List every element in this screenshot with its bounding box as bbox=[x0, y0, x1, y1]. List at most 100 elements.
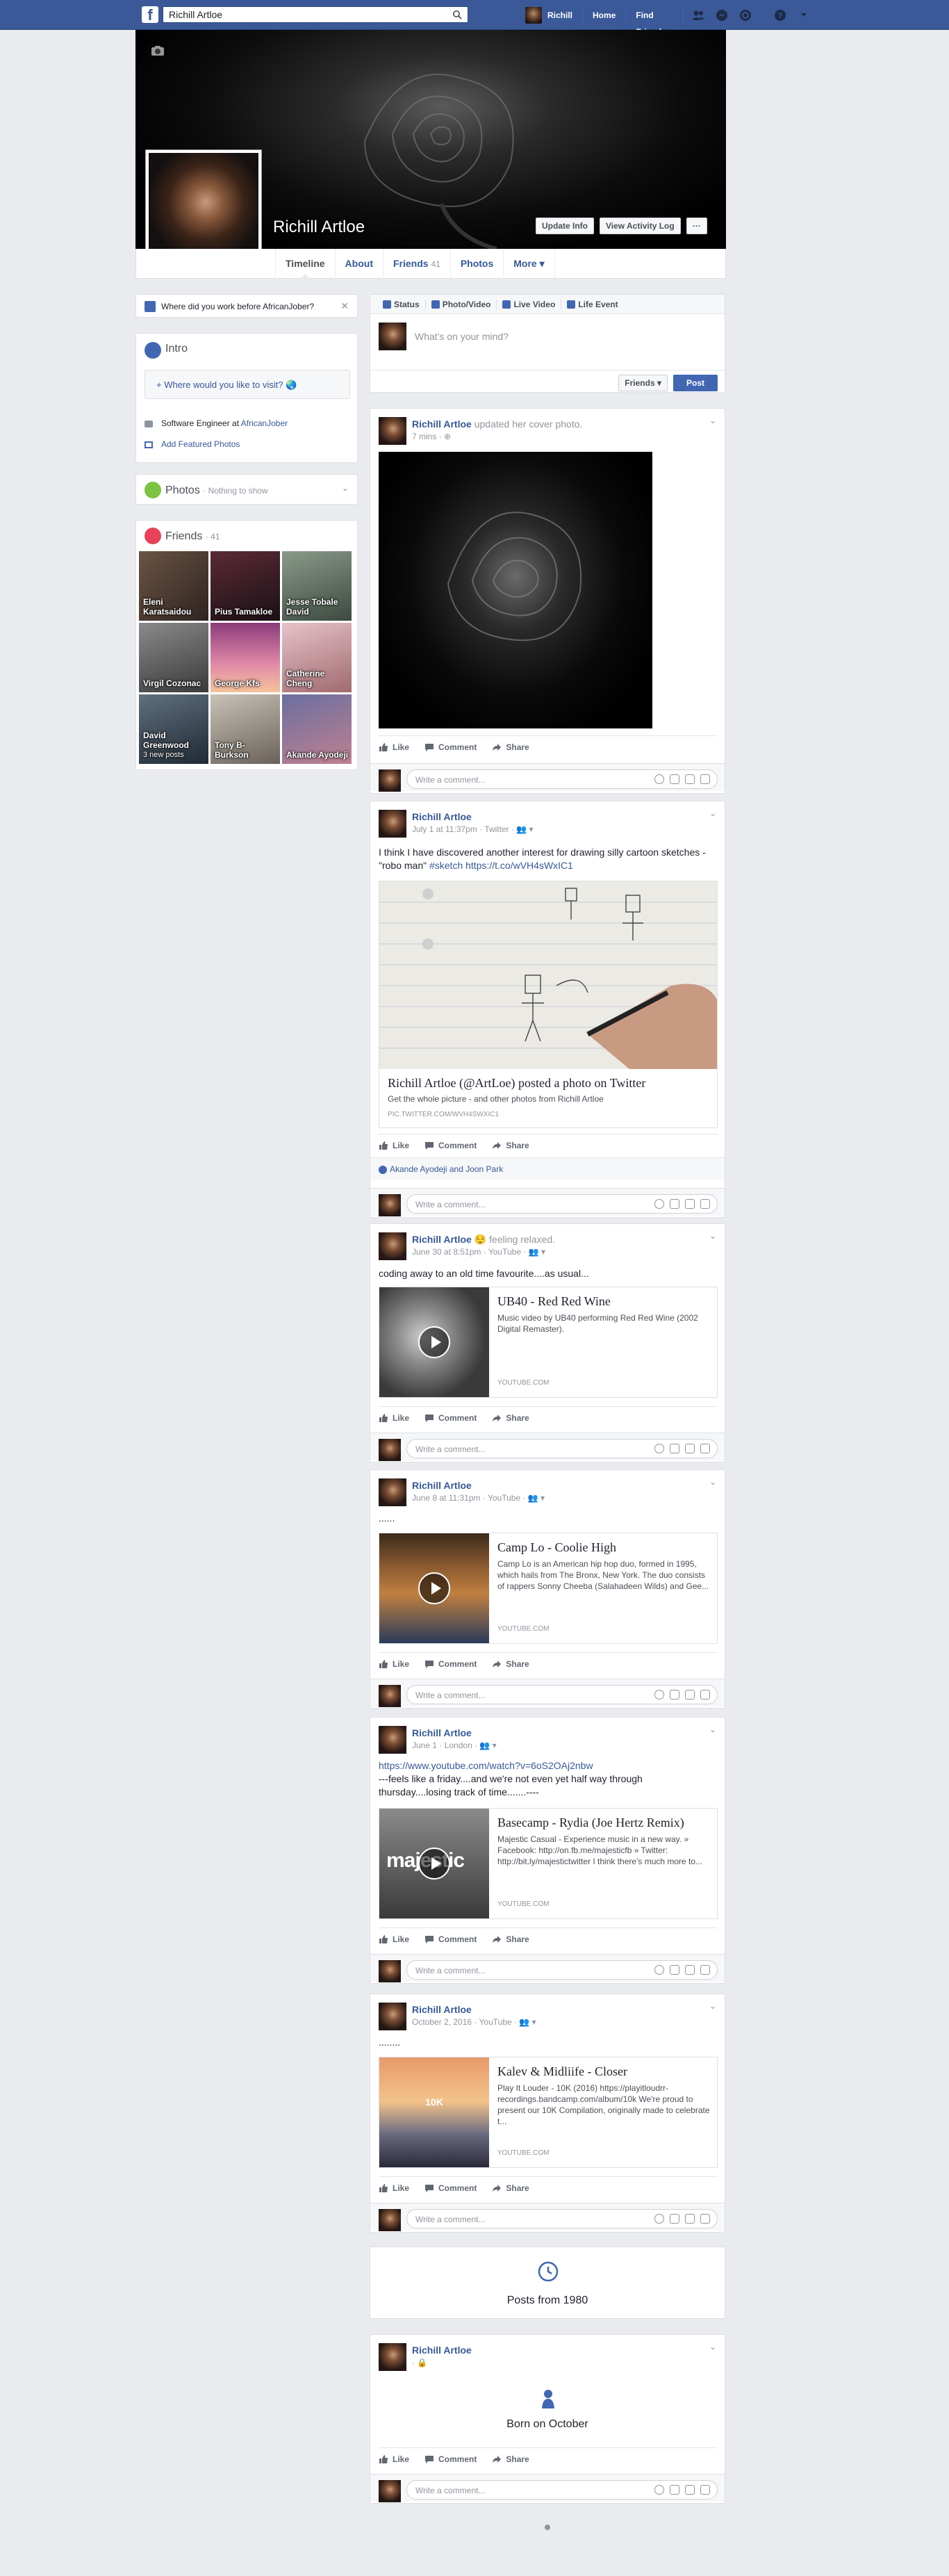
post-meta[interactable]: June 1 · London · 👥 ▾ bbox=[412, 1741, 497, 1750]
camera-icon[interactable] bbox=[670, 774, 679, 784]
composer-tab-photo-video[interactable]: Photo/Video bbox=[426, 299, 497, 309]
emoji-icon[interactable] bbox=[654, 1965, 664, 1975]
tab-about[interactable]: About bbox=[336, 249, 383, 279]
comment-input[interactable]: Write a comment... bbox=[406, 1194, 718, 1214]
avatar[interactable] bbox=[379, 2003, 406, 2030]
sticker-icon[interactable] bbox=[700, 2485, 710, 2495]
like-button[interactable]: Like bbox=[379, 1934, 409, 1944]
post-meta[interactable]: June 30 at 8:51pm · YouTube · 👥 ▾ bbox=[412, 1247, 545, 1257]
friend-tile[interactable]: Eleni Karatsaidou bbox=[139, 551, 208, 621]
comment-input[interactable]: Write a comment... bbox=[406, 2480, 718, 2500]
comment-button[interactable]: Comment bbox=[424, 1659, 477, 1669]
comment-input[interactable]: Write a comment... bbox=[406, 769, 718, 789]
search-input[interactable] bbox=[163, 7, 441, 22]
chevron-down-icon[interactable]: ⌄ bbox=[709, 2342, 716, 2351]
post-author[interactable]: Richill Artloe bbox=[412, 418, 472, 430]
gif-icon[interactable] bbox=[685, 1199, 695, 1209]
more-options-button[interactable]: ··· bbox=[686, 218, 707, 234]
emoji-icon[interactable] bbox=[654, 2485, 664, 2495]
chevron-down-icon[interactable]: ⌄ bbox=[709, 1231, 716, 1241]
work-prompt-card[interactable]: Where did you work before AfricanJober? … bbox=[135, 294, 358, 318]
like-button[interactable]: Like bbox=[379, 1413, 409, 1423]
nav-find-friends-link[interactable]: Find Friends bbox=[626, 6, 684, 37]
notifications-icon[interactable] bbox=[738, 8, 753, 23]
comment-button[interactable]: Comment bbox=[424, 742, 477, 752]
sticker-icon[interactable] bbox=[700, 1965, 710, 1975]
sticker-icon[interactable] bbox=[700, 1199, 710, 1209]
gif-icon[interactable] bbox=[685, 1965, 695, 1975]
post-meta[interactable]: · 🔒 bbox=[412, 2358, 427, 2367]
camera-icon[interactable] bbox=[670, 1690, 679, 1699]
avatar[interactable] bbox=[379, 417, 406, 445]
like-button[interactable]: Like bbox=[379, 2454, 409, 2464]
share-button[interactable]: Share bbox=[492, 1141, 529, 1150]
quick-help-icon[interactable]: ? bbox=[773, 8, 788, 23]
avatar[interactable] bbox=[379, 1726, 406, 1754]
chevron-down-icon[interactable]: ⌄ bbox=[709, 2001, 716, 2011]
emoji-icon[interactable] bbox=[654, 2214, 664, 2224]
sticker-icon[interactable] bbox=[700, 2214, 710, 2224]
post-meta[interactable]: 7 mins · ⊕ bbox=[412, 432, 451, 441]
video-thumbnail[interactable]: 10K bbox=[379, 2057, 489, 2167]
post-author[interactable]: Richill Artloe bbox=[412, 1727, 472, 1738]
comment-button[interactable]: Comment bbox=[424, 1413, 477, 1423]
comment-button[interactable]: Comment bbox=[424, 2183, 477, 2193]
search-icon[interactable] bbox=[452, 10, 462, 19]
comment-button[interactable]: Comment bbox=[424, 2454, 477, 2464]
play-icon[interactable] bbox=[418, 1848, 450, 1880]
chevron-down-icon[interactable] bbox=[796, 8, 811, 23]
tab-photos[interactable]: Photos bbox=[451, 249, 504, 279]
post-meta[interactable]: July 1 at 11:37pm · Twitter · 👥 ▾ bbox=[412, 824, 534, 834]
post-author[interactable]: Richill Artloe bbox=[412, 2345, 472, 2356]
avatar[interactable] bbox=[379, 810, 406, 838]
chevron-down-icon[interactable]: ⌄ bbox=[709, 1725, 716, 1734]
comment-button[interactable]: Comment bbox=[424, 1141, 477, 1150]
work-question[interactable]: Where did you work before AfricanJober? bbox=[161, 302, 314, 311]
friend-tile[interactable]: Akande Ayodeji bbox=[282, 694, 352, 764]
camera-icon[interactable] bbox=[670, 2485, 679, 2495]
search-box[interactable] bbox=[163, 6, 468, 23]
friend-tile[interactable]: Pius Tamakloe bbox=[211, 551, 280, 621]
friend-tile[interactable]: Tony B-Burkson bbox=[211, 694, 280, 764]
job-company-link[interactable]: AfricanJober bbox=[241, 418, 288, 428]
chevron-down-icon[interactable]: ⌄ bbox=[709, 1477, 716, 1487]
tweet-link[interactable]: https://t.co/wVH4sWxIC1 bbox=[465, 860, 573, 871]
like-button[interactable]: Like bbox=[379, 1659, 409, 1669]
audience-selector[interactable]: Friends ▾ bbox=[618, 375, 668, 391]
friends-title[interactable]: Friends bbox=[165, 530, 202, 542]
friend-tile[interactable]: Catherine Cheng bbox=[282, 623, 352, 692]
post-author[interactable]: Richill Artloe bbox=[412, 1234, 472, 1245]
composer-input[interactable]: What's on your mind? bbox=[415, 331, 509, 342]
gif-icon[interactable] bbox=[685, 774, 695, 784]
youtube-link[interactable]: https://www.youtube.com/watch?v=6oS2OAj2… bbox=[379, 1759, 718, 1772]
camera-icon[interactable] bbox=[670, 2214, 679, 2224]
camera-icon[interactable] bbox=[151, 45, 165, 56]
visit-prompt-button[interactable]: + Where would you like to visit? 🌏 bbox=[145, 370, 350, 399]
emoji-icon[interactable] bbox=[654, 774, 664, 784]
avatar[interactable] bbox=[379, 1232, 406, 1260]
friend-tile[interactable]: George Kfs bbox=[211, 623, 280, 692]
video-preview-card[interactable]: 10K Kalev & Midliife - Closer Play It Lo… bbox=[379, 2057, 718, 2168]
video-preview-card[interactable]: Camp Lo - Coolie High Camp Lo is an Amer… bbox=[379, 1533, 718, 1644]
gif-icon[interactable] bbox=[685, 1690, 695, 1699]
nav-home-link[interactable]: Home bbox=[583, 6, 627, 24]
share-button[interactable]: Share bbox=[492, 1934, 529, 1944]
share-button[interactable]: Share bbox=[492, 2454, 529, 2464]
facebook-logo-icon[interactable]: f bbox=[142, 6, 158, 24]
post-meta[interactable]: June 8 at 11:31pm · YouTube · 👥 ▾ bbox=[412, 1493, 545, 1503]
emoji-icon[interactable] bbox=[654, 1199, 664, 1209]
composer-tab-status[interactable]: Status bbox=[377, 299, 426, 309]
composer-tab-live-video[interactable]: Live Video bbox=[497, 299, 562, 309]
avatar[interactable] bbox=[379, 2343, 406, 2371]
like-button[interactable]: Like bbox=[379, 2183, 409, 2193]
profile-name[interactable]: Richill Artloe bbox=[273, 218, 365, 237]
tab-friends[interactable]: Friends 41 bbox=[383, 249, 451, 279]
chevron-down-icon[interactable]: ⌄ bbox=[709, 808, 716, 818]
video-thumbnail[interactable]: majestic bbox=[379, 1809, 489, 1918]
sticker-icon[interactable] bbox=[700, 774, 710, 784]
year-marker-title[interactable]: Posts from 1980 bbox=[370, 2294, 725, 2307]
link-preview-card[interactable]: Richill Artloe (@ArtLoe) posted a photo … bbox=[379, 881, 718, 1128]
post-button[interactable]: Post bbox=[673, 375, 718, 391]
gif-icon[interactable] bbox=[685, 1444, 695, 1453]
post-meta[interactable]: October 2, 2016 · YouTube · 👥 ▾ bbox=[412, 2017, 536, 2027]
